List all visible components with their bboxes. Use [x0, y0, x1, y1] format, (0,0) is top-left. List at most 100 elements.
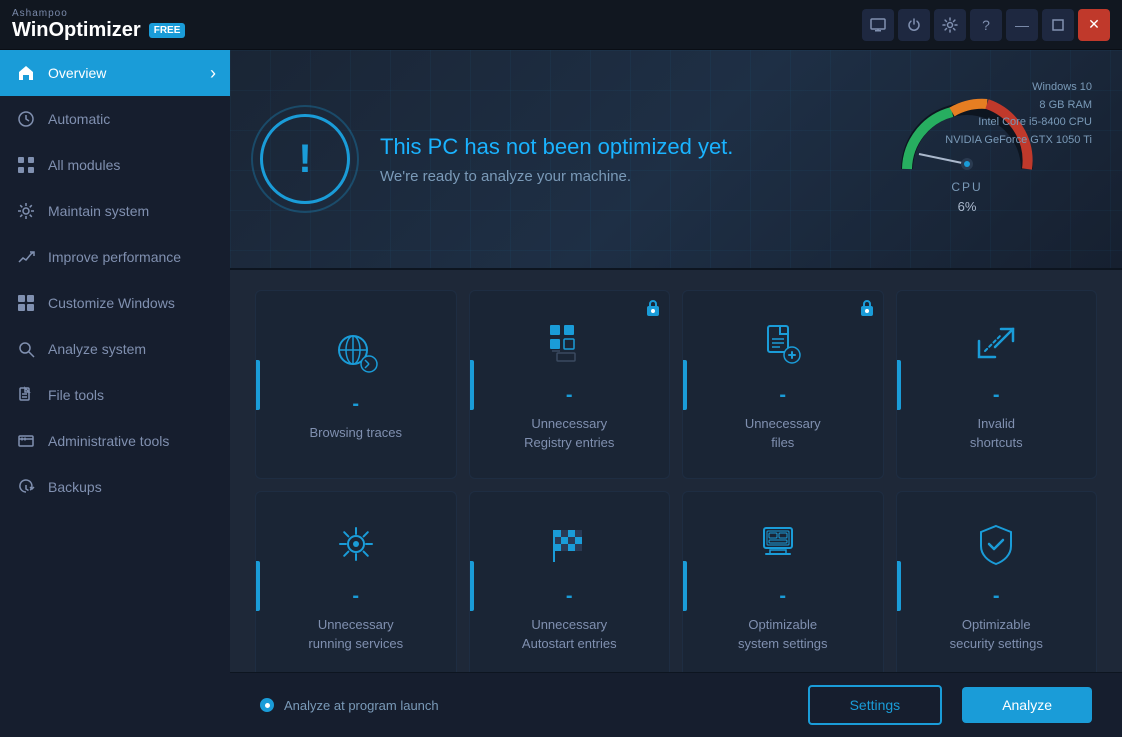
- sidebar-label-all-modules: All modules: [48, 157, 120, 173]
- backups-icon: [16, 477, 36, 497]
- cpu-label: CPU: [951, 180, 982, 194]
- title-bar: Ashampoo WinOptimizer FREE ?: [0, 0, 1122, 50]
- maximize-button[interactable]: [1042, 9, 1074, 41]
- sidebar-label-admin: Administrative tools: [48, 433, 169, 449]
- sidebar-item-all-modules[interactable]: All modules: [0, 142, 230, 188]
- sidebar-label-customize: Customize Windows: [48, 295, 175, 311]
- cpu-info-line3: Intel Core i5-8400 CPU: [945, 114, 1092, 132]
- analyze-button[interactable]: Analyze: [962, 687, 1092, 723]
- hero-text: This PC has not been optimized yet. We'r…: [380, 134, 842, 185]
- minimize-button[interactable]: —: [1006, 9, 1038, 41]
- sidebar-label-analyze: Analyze system: [48, 341, 146, 357]
- system-settings-icon: [758, 522, 808, 577]
- customize-icon: [16, 293, 36, 313]
- analyze-launch-label: Analyze at program launch: [284, 698, 439, 713]
- sidebar-item-analyze-system[interactable]: Analyze system: [0, 326, 230, 372]
- sidebar-item-improve-performance[interactable]: Improve performance: [0, 234, 230, 280]
- sidebar-label-overview: Overview: [48, 65, 106, 81]
- browsing-label: Browsing traces: [310, 424, 402, 442]
- app-logo: Ashampoo WinOptimizer FREE: [12, 8, 185, 42]
- cpu-info-line1: Windows 10: [945, 79, 1092, 97]
- hero-subtitle: We're ready to analyze your machine.: [380, 168, 842, 185]
- module-system-settings[interactable]: - Optimizable system settings: [682, 491, 884, 672]
- free-badge: FREE: [149, 23, 186, 38]
- services-icon: [331, 522, 381, 577]
- module-running-services[interactable]: - Unnecessary running services: [255, 491, 457, 672]
- product-name: WinOptimizer: [12, 19, 141, 42]
- security-settings-label: Optimizable security settings: [950, 616, 1043, 652]
- cpu-percent: 6%: [958, 199, 977, 214]
- services-label: Unnecessary running services: [308, 616, 403, 652]
- power-button[interactable]: [898, 9, 930, 41]
- system-settings-dash: -: [779, 585, 786, 608]
- file-tools-icon: [16, 385, 36, 405]
- browsing-dash: -: [352, 393, 359, 416]
- autostart-label: Unnecessary Autostart entries: [522, 616, 617, 652]
- sidebar-item-file-tools[interactable]: File tools: [0, 372, 230, 418]
- company-name: Ashampoo: [12, 8, 185, 19]
- home-icon: [16, 63, 36, 83]
- shortcuts-icon: [971, 321, 1021, 376]
- module-invalid-shortcuts[interactable]: - Invalid shortcuts: [896, 290, 1098, 479]
- admin-icon: [16, 431, 36, 451]
- modules-grid: - Browsing traces: [255, 290, 1097, 672]
- module-security-settings[interactable]: - Optimizable security settings: [896, 491, 1098, 672]
- security-settings-icon: [971, 522, 1021, 577]
- cpu-info-line2: 8 GB RAM: [945, 97, 1092, 115]
- browsing-traces-icon: [331, 330, 381, 385]
- shortcuts-label: Invalid shortcuts: [970, 415, 1023, 451]
- registry-lock-icon: [645, 299, 661, 320]
- cpu-info-line4: NVIDIA GeForce GTX 1050 Ti: [945, 132, 1092, 150]
- help-icon: ?: [982, 17, 990, 33]
- alert-circle: !: [260, 114, 350, 204]
- monitor-button[interactable]: [862, 9, 894, 41]
- sidebar-item-automatic[interactable]: Automatic: [0, 96, 230, 142]
- analyze-at-launch-option[interactable]: Analyze at program launch: [260, 698, 439, 713]
- autostart-dash: -: [566, 585, 573, 608]
- files-icon: [758, 321, 808, 376]
- cpu-gauge: CPU 6% Windows 10 8 GB RAM Intel Core i5…: [842, 69, 1092, 249]
- sidebar-item-backups[interactable]: Backups: [0, 464, 230, 510]
- module-registry-entries[interactable]: - Unnecessary Registry entries: [469, 290, 671, 479]
- settings-button[interactable]: Settings: [808, 685, 943, 725]
- sidebar-label-automatic: Automatic: [48, 111, 110, 127]
- help-button[interactable]: ?: [970, 9, 1002, 41]
- sidebar-item-customize-windows[interactable]: Customize Windows: [0, 280, 230, 326]
- content-area: ! This PC has not been optimized yet. We…: [230, 50, 1122, 737]
- close-button[interactable]: ✕: [1078, 9, 1110, 41]
- system-settings-label: Optimizable system settings: [738, 616, 828, 652]
- close-icon: ✕: [1088, 16, 1100, 33]
- registry-icon: [544, 321, 594, 376]
- automatic-icon: [16, 109, 36, 129]
- module-unnecessary-files[interactable]: - Unnecessary files: [682, 290, 884, 479]
- maintain-icon: [16, 201, 36, 221]
- performance-icon: [16, 247, 36, 267]
- sidebar-label-improve: Improve performance: [48, 249, 181, 265]
- modules-area: - Browsing traces: [230, 270, 1122, 672]
- title-bar-controls: ? — ✕: [862, 9, 1110, 41]
- bottom-bar: Analyze at program launch Settings Analy…: [230, 672, 1122, 737]
- main-layout: Overview Automatic All modules: [0, 50, 1122, 737]
- analyze-launch-radio[interactable]: [260, 698, 274, 712]
- cpu-info: Windows 10 8 GB RAM Intel Core i5-8400 C…: [945, 79, 1092, 149]
- security-settings-dash: -: [993, 585, 1000, 608]
- hero-title: This PC has not been optimized yet.: [380, 134, 842, 160]
- settings-button[interactable]: [934, 9, 966, 41]
- module-autostart-entries[interactable]: - Unnecessary Autostart entries: [469, 491, 671, 672]
- analyze-icon: [16, 339, 36, 359]
- autostart-icon: [544, 522, 594, 577]
- sidebar-label-file-tools: File tools: [48, 387, 104, 403]
- sidebar-item-administrative-tools[interactable]: Administrative tools: [0, 418, 230, 464]
- sidebar: Overview Automatic All modules: [0, 50, 230, 737]
- sidebar-label-maintain: Maintain system: [48, 203, 149, 219]
- sidebar-item-maintain-system[interactable]: Maintain system: [0, 188, 230, 234]
- minimize-icon: —: [1015, 17, 1029, 33]
- sidebar-item-overview[interactable]: Overview: [0, 50, 230, 96]
- registry-dash: -: [566, 384, 573, 407]
- grid-icon: [16, 155, 36, 175]
- module-browsing-traces[interactable]: - Browsing traces: [255, 290, 457, 479]
- registry-label: Unnecessary Registry entries: [524, 415, 614, 451]
- sidebar-label-backups: Backups: [48, 479, 102, 495]
- files-dash: -: [779, 384, 786, 407]
- shortcuts-dash: -: [993, 384, 1000, 407]
